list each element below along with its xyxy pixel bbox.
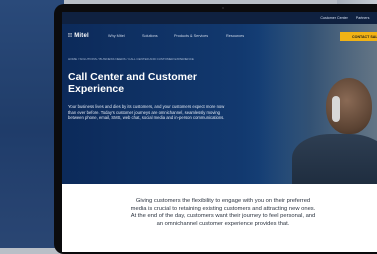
intro-paragraph: Giving customers the flexibility to enga… — [130, 198, 316, 227]
nav-item-resources[interactable]: Resources — [226, 34, 244, 38]
page-title: Call Center and Customer Experience — [68, 71, 197, 95]
hero-photo — [258, 24, 377, 194]
content-section: Giving customers the flexibility to enga… — [62, 184, 377, 252]
utility-link-customer-center[interactable]: Customer Center — [320, 16, 347, 20]
hero-description: Your business lives and dies by its cust… — [68, 104, 225, 121]
utility-link-partners[interactable]: Partners — [356, 16, 370, 20]
headset-icon — [332, 96, 340, 122]
breadcrumb[interactable]: HOME / SOLUTIONS / BUSINESS NEEDS / CALL… — [68, 57, 194, 61]
nav-item-why-mitel[interactable]: Why Mitel — [108, 34, 125, 38]
utility-bar: Customer Center Partners Co — [62, 12, 377, 24]
logo-mark-icon: ⁝⁝ — [68, 33, 73, 39]
logo-text: Mitel — [74, 33, 89, 39]
contact-sales-button[interactable]: CONTACT SALE — [340, 32, 377, 41]
nav-item-products-services[interactable]: Products & Services — [174, 34, 208, 38]
site-logo[interactable]: ⁝⁝ Mitel — [68, 32, 89, 39]
nav-item-solutions[interactable]: Solutions — [142, 34, 158, 38]
laptop-screen: Customer Center Partners Co ⁝⁝Mitel Why … — [62, 12, 377, 252]
camera-icon — [222, 7, 224, 9]
